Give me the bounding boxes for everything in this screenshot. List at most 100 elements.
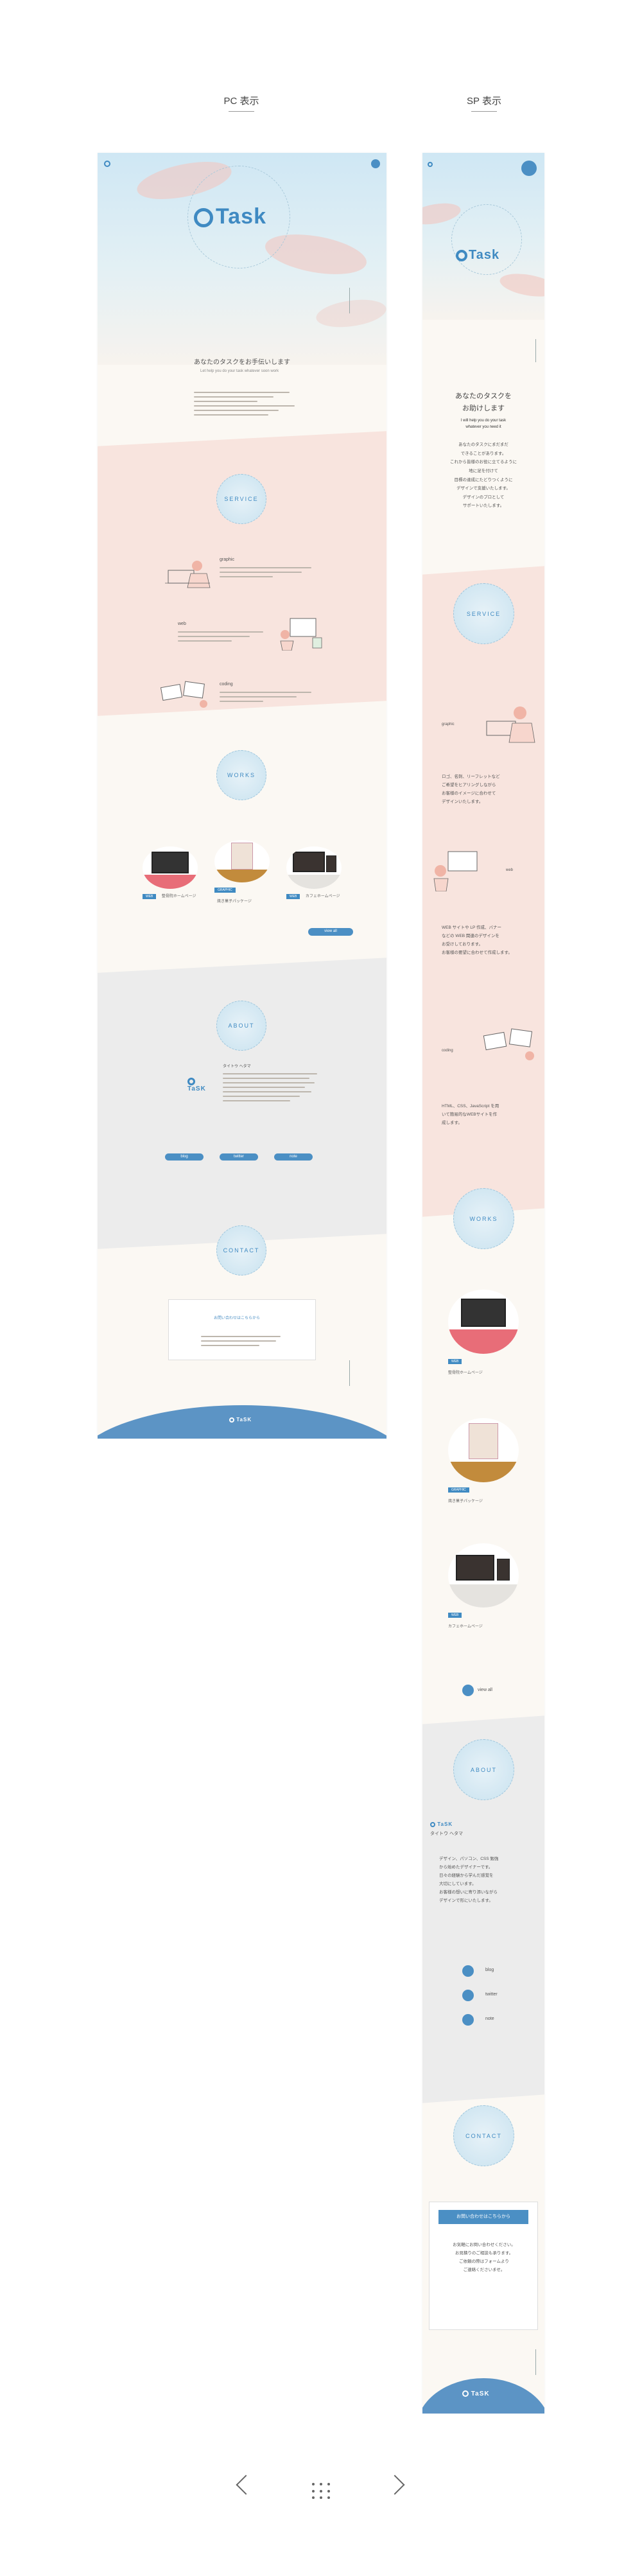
service-title-coding: coding bbox=[220, 682, 233, 687]
service-line: いて簡易的なWEBサイトを作 bbox=[442, 1112, 498, 1117]
sp-section-badge-works: WORKS bbox=[453, 1188, 514, 1249]
prev-arrow-icon[interactable] bbox=[236, 2475, 256, 2495]
intro-line: 地に足を付けて bbox=[469, 468, 498, 473]
sp-link-twitter[interactable]: twitter bbox=[485, 1991, 498, 1999]
view-all-button[interactable]: view all bbox=[308, 928, 353, 936]
section-badge-service: SERVICE bbox=[216, 474, 266, 524]
pc-header-logo[interactable] bbox=[104, 161, 110, 167]
blog-link-icon[interactable] bbox=[462, 1965, 474, 1977]
scroll-indicator bbox=[349, 288, 350, 313]
sp-intro-title-2: お助けします bbox=[462, 404, 505, 412]
about-line: 大切にしています。 bbox=[439, 1882, 476, 1886]
service-line: お受けしております。 bbox=[442, 942, 483, 947]
about-line: お客様の想いに寄り添いながら bbox=[439, 1890, 498, 1895]
hero-logo: Task bbox=[194, 204, 266, 229]
sp-mockup: Task あなたのタスクを お助けします I will help you do … bbox=[422, 153, 544, 2414]
service-body-web bbox=[178, 631, 268, 645]
sp-link-note[interactable]: note bbox=[485, 2015, 494, 2023]
sp-link-blog[interactable]: blog bbox=[485, 1967, 494, 1974]
pc-intro-body bbox=[194, 392, 300, 419]
label-underline bbox=[229, 111, 254, 112]
link-twitter[interactable]: twitter bbox=[220, 1153, 258, 1161]
service-line: お客様のイメージに合わせて bbox=[442, 791, 496, 796]
sp-about-logo: TaSK bbox=[430, 1821, 453, 1827]
work-thumbnail bbox=[286, 846, 342, 889]
sp-intro-title: あなたのタスクを お助けします bbox=[422, 390, 544, 414]
section-badge-about: ABOUT bbox=[216, 1001, 266, 1051]
sp-view-label: SP 表示 bbox=[461, 94, 507, 112]
scroll-indicator bbox=[535, 339, 536, 362]
work-thumbnail bbox=[214, 840, 270, 882]
intro-line: 目標の達成にたどりつくように bbox=[454, 477, 513, 482]
sp-contact-button[interactable]: お問い合わせはこちらから bbox=[438, 2210, 528, 2224]
sp-work-card[interactable]: WEB 整骨院ホームページ bbox=[448, 1290, 519, 1377]
work-tag: WEB bbox=[143, 894, 157, 899]
contact-label[interactable]: お問い合わせはこちらから bbox=[214, 1315, 260, 1322]
intro-line: サポートいたします。 bbox=[462, 504, 505, 509]
next-arrow-icon[interactable] bbox=[385, 2475, 405, 2495]
work-tag: WEB bbox=[286, 894, 300, 899]
work-tag: GRAPHIC bbox=[214, 888, 236, 893]
service-line: などの WEB 関連のデザインを bbox=[442, 934, 499, 938]
sp-footer-logo-text: TaSK bbox=[471, 2390, 490, 2397]
menu-button[interactable] bbox=[371, 159, 380, 168]
sp-view-all[interactable]: view all bbox=[478, 1687, 492, 1694]
intro-line: デザインで支援いたします。 bbox=[456, 486, 510, 491]
contact-line: ご連絡くださいませ。 bbox=[463, 2268, 505, 2272]
sp-work-card[interactable]: WEB カフェホームページ bbox=[448, 1543, 519, 1631]
sp-footer-logo[interactable]: TaSK bbox=[462, 2390, 490, 2397]
hero-logo-text: Task bbox=[216, 204, 266, 229]
link-note[interactable]: note bbox=[274, 1153, 313, 1161]
service-line: ロゴ、名刺、リーフレットなど bbox=[442, 775, 500, 779]
service-body-coding bbox=[220, 692, 316, 705]
twitter-link-icon[interactable] bbox=[462, 1990, 474, 2001]
pc-view-label: PC 表示 bbox=[218, 94, 265, 112]
work-thumbnail bbox=[143, 846, 198, 889]
sp-service-title-web: web bbox=[506, 868, 514, 872]
view-all-icon[interactable] bbox=[462, 1685, 474, 1696]
sp-service-body-web: WEB サイトや LP 作成、バナー などの WEB 関連のデザインを お受けし… bbox=[442, 924, 512, 957]
about-line: 日々の経験から学んだ感覚を bbox=[439, 1873, 494, 1878]
work-card[interactable]: WEB カフェホームページ bbox=[286, 846, 342, 900]
sp-work-card[interactable]: GRAPHIC 焼き菓子パッケージ bbox=[448, 1418, 519, 1505]
sp-section-badge-about: ABOUT bbox=[453, 1739, 514, 1800]
pc-intro-sub: Let help you do your task whatever soon … bbox=[200, 369, 279, 373]
sp-intro-title-1: あなたのタスクを bbox=[455, 392, 512, 400]
sp-header-logo[interactable] bbox=[428, 162, 433, 167]
sp-section-badge-contact: CONTACT bbox=[453, 2105, 514, 2166]
sp-contact-body: お気軽にお問い合わせください。 お見積りのご相談も承ります。 ご依頼の際はフォー… bbox=[429, 2241, 539, 2274]
sp-hero-logo: Task bbox=[456, 248, 499, 263]
note-link-icon[interactable] bbox=[462, 2014, 474, 2026]
work-card[interactable]: GRAPHIC 焼き菓子パッケージ bbox=[214, 840, 270, 906]
pc-view-label-text: PC 表示 bbox=[223, 96, 259, 107]
grid-icon[interactable] bbox=[311, 2483, 331, 2500]
sp-menu-button[interactable] bbox=[521, 161, 537, 176]
work-tag: WEB bbox=[448, 1359, 462, 1364]
sp-illustration-coding bbox=[483, 1028, 534, 1060]
sp-about-logo-text: TaSK bbox=[437, 1821, 453, 1827]
work-caption: カフェホームページ bbox=[305, 895, 340, 898]
footer-logo-text: TaSK bbox=[236, 1417, 252, 1423]
work-caption: 焼き菓子パッケージ bbox=[448, 1500, 483, 1503]
service-line: お客様の要望に合わせて作成します。 bbox=[442, 951, 512, 955]
service-line: ご希望をヒアリングしながら bbox=[442, 783, 496, 787]
about-line: デザインで形にいたします。 bbox=[439, 1898, 493, 1903]
illustration-coding bbox=[160, 681, 207, 708]
footer-logo[interactable]: TaSK bbox=[229, 1417, 252, 1423]
sp-contact-box: お問い合わせはこちらから お気軽にお問い合わせください。 お見積りのご相談も承り… bbox=[429, 2202, 538, 2330]
about-line: デザイン、パソコン、CSS 勉強 bbox=[439, 1857, 499, 1861]
sp-about-body: デザイン、パソコン、CSS 勉強 から始めたデザイナーです。 日々の経験から学ん… bbox=[439, 1855, 498, 1905]
link-blog[interactable]: blog bbox=[165, 1153, 204, 1161]
work-caption: 焼き菓子パッケージ bbox=[217, 900, 252, 904]
service-line: WEB サイトや LP 作成、バナー bbox=[442, 925, 502, 930]
sp-service-title-graphic: graphic bbox=[442, 723, 455, 726]
work-card[interactable]: WEB 整骨院ホームページ bbox=[143, 846, 198, 900]
sp-section-badge-service: SERVICE bbox=[453, 583, 514, 644]
pc-mockup: Task あなたのタスクをお手伝いします Let help you do you… bbox=[98, 153, 386, 1439]
sp-intro-body: あなたのタスクにまだまだ できることがあります。 これから皆様のお役に立てるよう… bbox=[422, 441, 544, 511]
sp-service-body-graphic: ロゴ、名刺、リーフレットなど ご希望をヒアリングしながら お客様のイメージに合わ… bbox=[442, 773, 500, 806]
sp-intro-sub-1: I will help you do your task bbox=[460, 419, 507, 423]
work-thumbnail bbox=[448, 1543, 519, 1608]
scroll-top-indicator bbox=[535, 2349, 536, 2375]
work-caption: 整骨院ホームページ bbox=[161, 895, 196, 898]
